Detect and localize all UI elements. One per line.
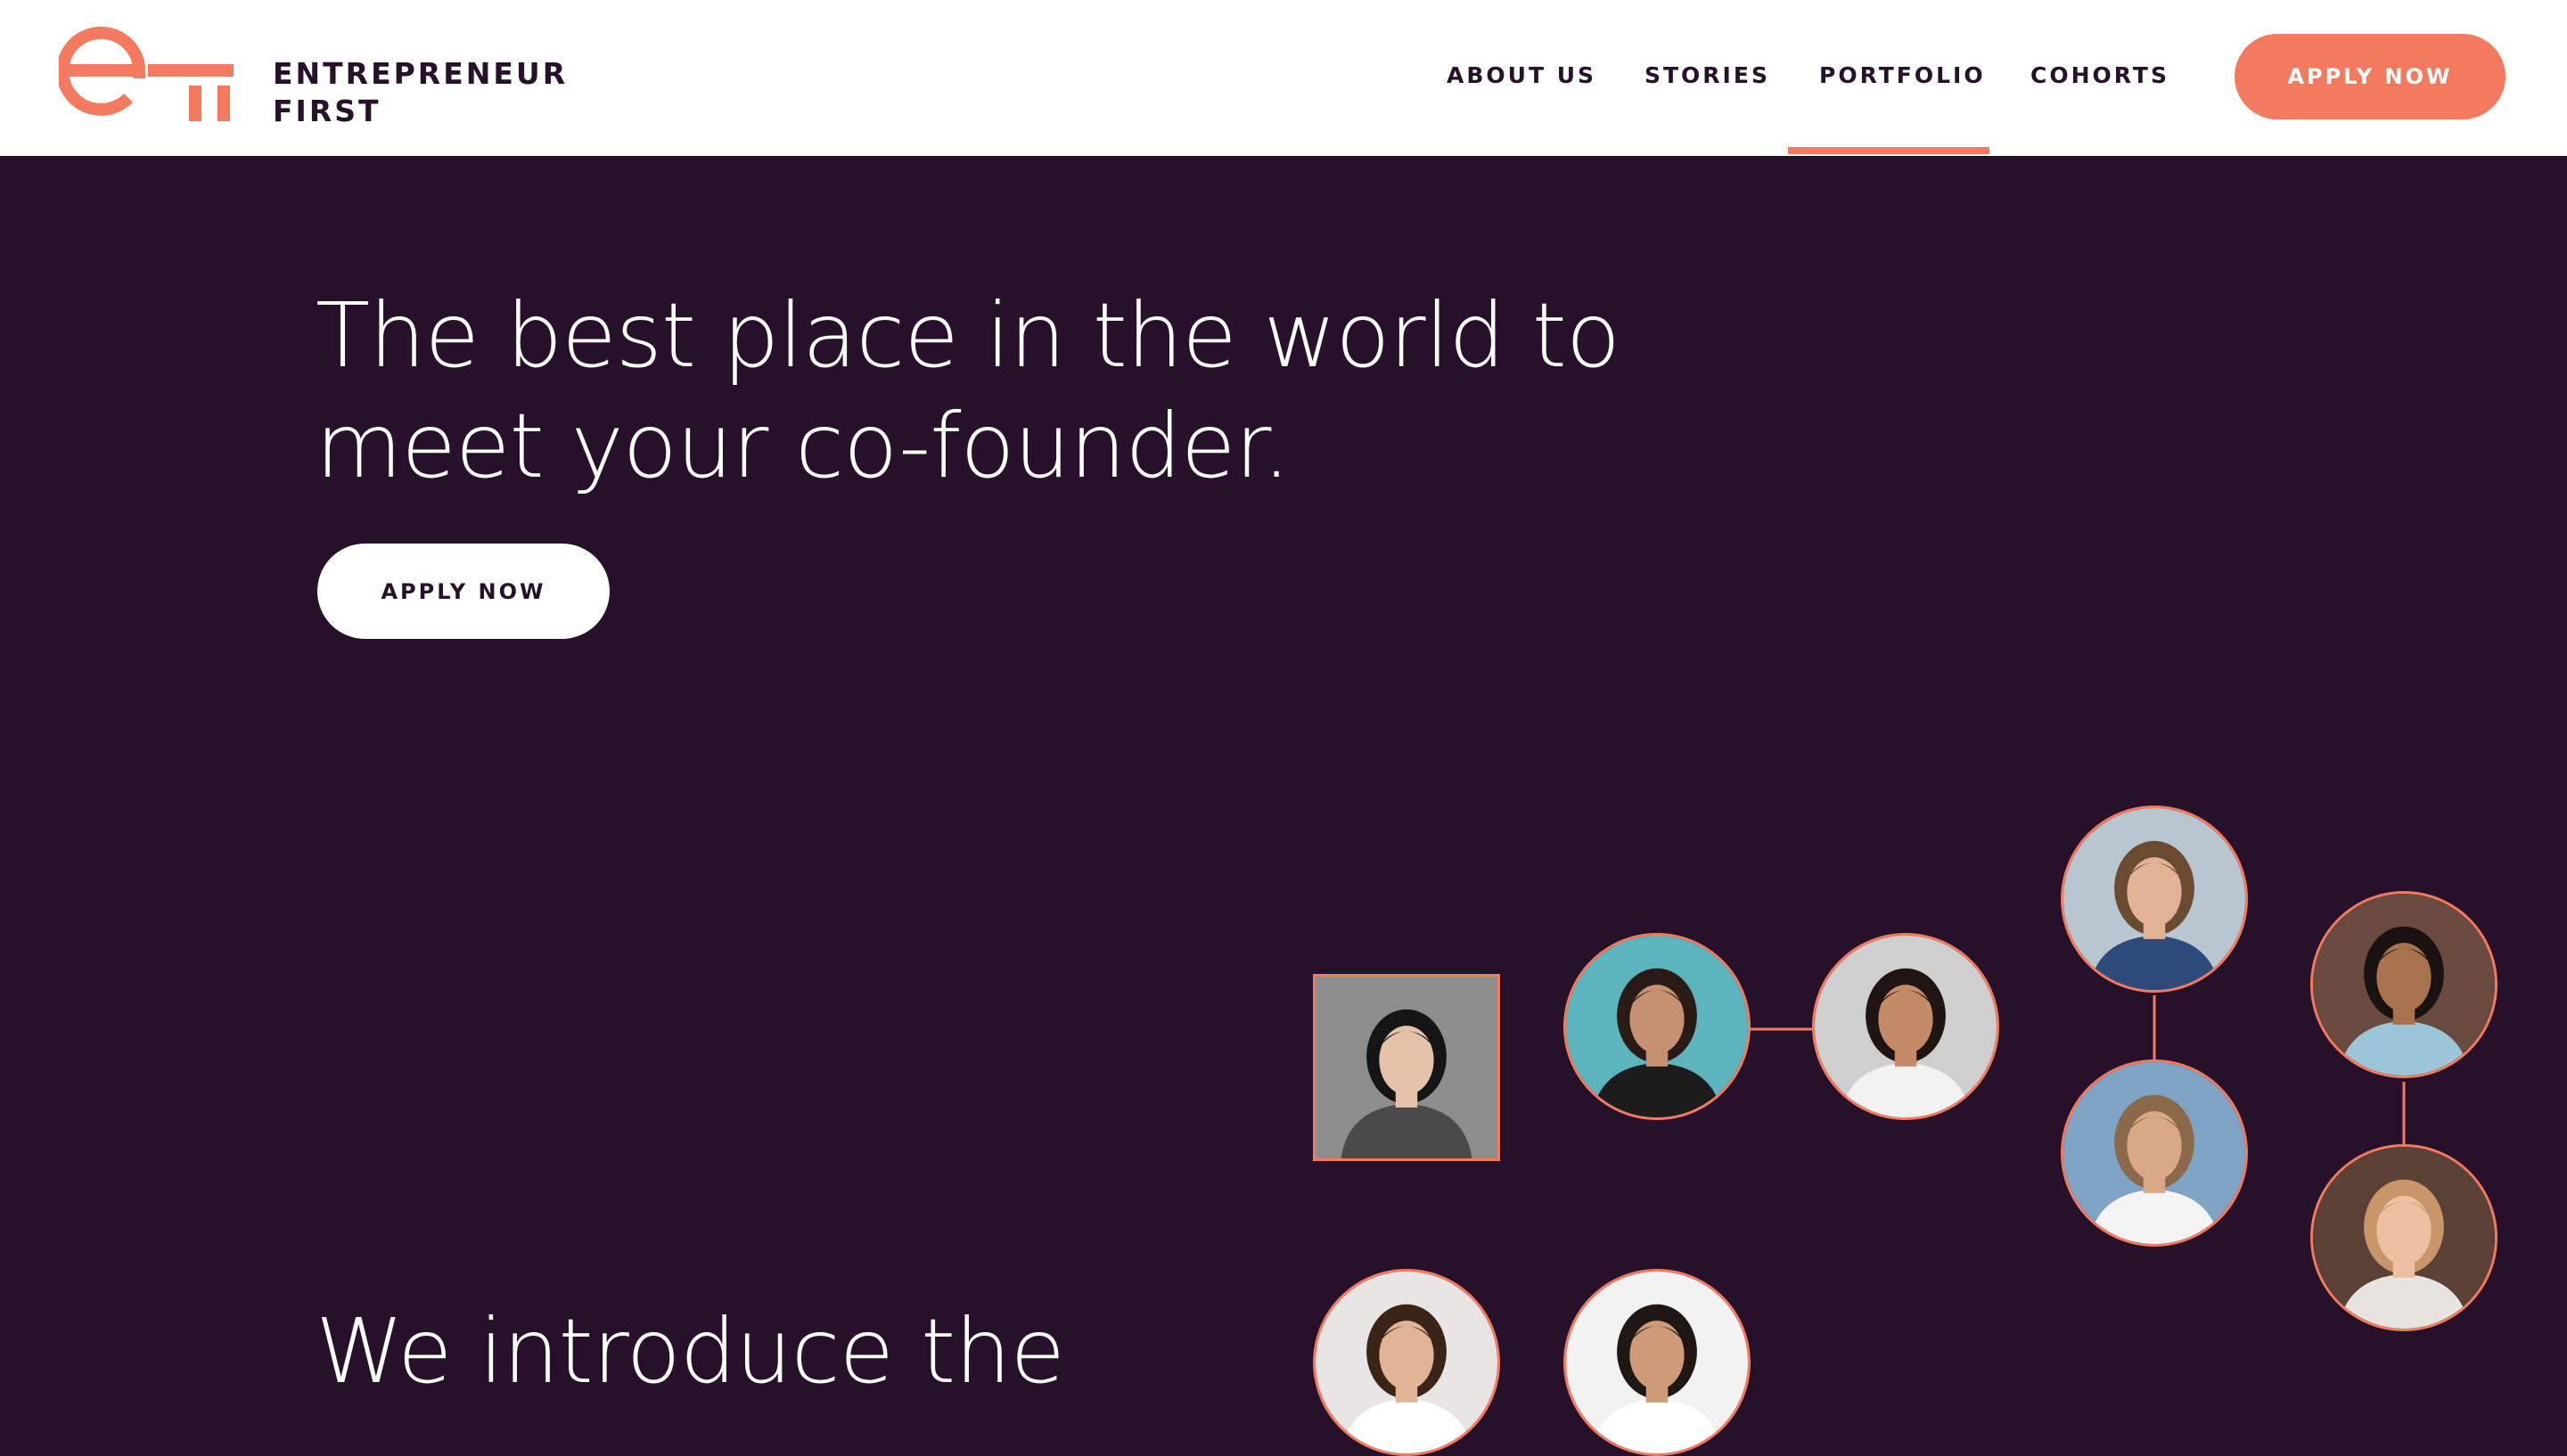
hero-apply-button[interactable]: APPLY NOW [317, 544, 610, 639]
nav-about-us[interactable]: ABOUT US [1447, 62, 1596, 88]
founder-photo-7[interactable] [2310, 1144, 2497, 1331]
portrait-illustration [2063, 808, 2245, 990]
nav-active-indicator [1788, 147, 1989, 154]
founder-photo-1[interactable] [1313, 974, 1500, 1161]
nav-stories[interactable]: STORIES [1644, 62, 1770, 88]
hero-title: The best place in the world to meet your… [316, 281, 1620, 502]
brand-name-line2: FIRST [273, 94, 381, 128]
brand-name-line1: ENTREPRENEUR [273, 56, 569, 91]
nav-portfolio[interactable]: PORTFOLIO [1819, 62, 1986, 88]
portrait-illustration [1815, 936, 1997, 1117]
founder-photo-3[interactable] [1812, 933, 1999, 1120]
founder-photo-5[interactable] [2061, 1059, 2248, 1247]
portrait-illustration [1566, 1272, 1748, 1453]
founder-photo-6[interactable] [2310, 891, 2497, 1078]
portrait-illustration [1316, 977, 1497, 1158]
site-header: ENTREPRENEUR FIRST ABOUT US STORIES PORT… [0, 0, 2567, 156]
founder-photo-9[interactable] [1563, 1269, 1751, 1456]
brand-name[interactable]: ENTREPRENEUR FIRST [273, 55, 568, 130]
portrait-illustration [2313, 1147, 2495, 1329]
nav-cohorts[interactable]: COHORTS [2030, 62, 2169, 88]
founder-photo-8[interactable] [1313, 1269, 1500, 1456]
ef-logo-icon[interactable] [56, 26, 234, 125]
founder-photo-4[interactable] [2061, 806, 2248, 993]
founder-photo-2[interactable] [1563, 933, 1751, 1120]
portrait-illustration [1316, 1272, 1497, 1453]
intro-heading: We introduce the [316, 1299, 1065, 1403]
hero-title-line1: The best place in the world to [316, 283, 1620, 388]
portrait-illustration [2313, 894, 2495, 1076]
portrait-illustration [2063, 1062, 2245, 1244]
hero-title-line2: meet your co-founder. [316, 394, 1291, 498]
portrait-illustration [1566, 936, 1748, 1117]
header-apply-button[interactable]: APPLY NOW [2235, 34, 2505, 119]
